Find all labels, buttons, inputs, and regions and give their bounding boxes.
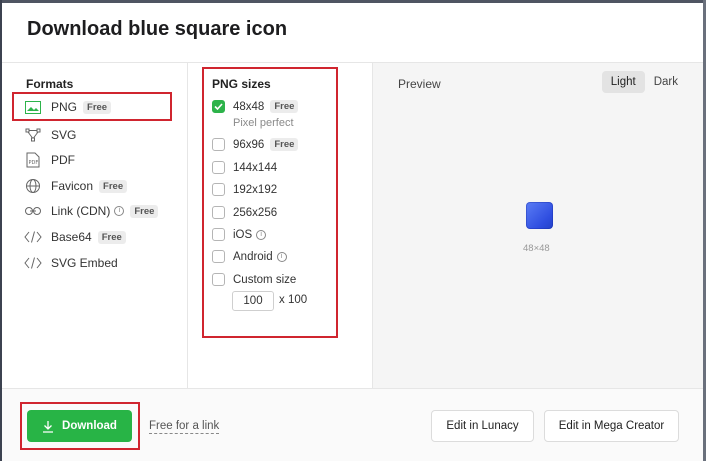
format-item-png[interactable]: PNG Free <box>24 97 112 117</box>
free-badge: Free <box>97 230 126 244</box>
format-label-svg: SVG <box>51 128 77 142</box>
format-item-link-cdn[interactable]: Link (CDN) i Free <box>24 201 159 221</box>
checkbox[interactable] <box>212 228 225 241</box>
free-badge: Free <box>99 179 128 193</box>
theme-dark-button[interactable]: Dark <box>645 71 687 93</box>
code-icon <box>24 255 42 271</box>
free-badge: Free <box>270 100 299 113</box>
format-label-pdf: PDF <box>51 153 75 167</box>
preview-heading: Preview <box>398 77 441 91</box>
size-label: 144x144 <box>233 161 278 174</box>
format-item-favicon[interactable]: Favicon Free <box>24 176 128 196</box>
size-label: 192x192 <box>233 183 278 196</box>
size-label: iOS <box>233 228 253 241</box>
size-label: 48x48 <box>233 100 265 113</box>
edit-in-mega-creator-button[interactable]: Edit in Mega Creator <box>544 410 679 442</box>
free-badge: Free <box>270 138 299 151</box>
size-option-192[interactable]: 192x192 <box>212 183 277 196</box>
format-label-favicon: Favicon <box>51 179 94 193</box>
checkbox[interactable] <box>212 273 225 286</box>
checkbox[interactable] <box>212 183 225 196</box>
theme-toggle: Light Dark <box>601 71 687 93</box>
format-item-base64[interactable]: Base64 Free <box>24 227 126 247</box>
format-label-svg-embed: SVG Embed <box>51 256 118 270</box>
window-top-border <box>0 0 706 3</box>
dialog-title: Download blue square icon <box>27 18 288 40</box>
size-label: Custom size <box>233 273 297 286</box>
pdf-icon: PDF <box>24 152 42 168</box>
free-badge: Free <box>83 100 112 114</box>
format-label-png: PNG <box>51 100 78 114</box>
info-icon[interactable]: i <box>114 206 125 216</box>
checkbox[interactable] <box>212 206 225 219</box>
checkbox-checked[interactable] <box>212 100 225 113</box>
globe-icon <box>24 178 42 194</box>
free-for-link[interactable]: Free for a link <box>149 420 220 434</box>
formats-heading: Formats <box>26 77 74 91</box>
blue-square-icon <box>526 202 553 229</box>
info-icon[interactable]: i <box>256 229 267 240</box>
size-option-256[interactable]: 256x256 <box>212 206 277 219</box>
size-label: 256x256 <box>233 206 278 219</box>
format-item-svg-embed[interactable]: SVG Embed <box>24 253 118 273</box>
pixel-perfect-note: Pixel perfect <box>233 117 294 129</box>
png-sizes-column: PNG sizes 48x48 Free Pixel perfect 96x96… <box>187 63 373 388</box>
vector-icon <box>24 127 42 143</box>
format-label-base64: Base64 <box>51 230 92 244</box>
size-label: Android <box>233 250 273 263</box>
code-icon <box>24 229 42 245</box>
checkbox[interactable] <box>212 161 225 174</box>
size-option-custom[interactable]: Custom size <box>212 273 296 286</box>
format-item-pdf[interactable]: PDF PDF <box>24 150 75 170</box>
download-label: Download <box>62 420 117 432</box>
checkbox[interactable] <box>212 138 225 151</box>
preview-panel: Preview Light Dark 48×48 <box>373 63 703 388</box>
size-option-96[interactable]: 96x96 Free <box>212 138 299 151</box>
info-icon[interactable]: i <box>276 251 287 262</box>
edit-in-lunacy-button[interactable]: Edit in Lunacy <box>431 410 534 442</box>
custom-size-suffix: x 100 <box>279 294 308 306</box>
png-sizes-heading: PNG sizes <box>212 77 271 91</box>
download-dialog: Download blue square icon Formats PNG Fr… <box>0 0 706 461</box>
custom-size-input[interactable]: 100 <box>232 291 274 311</box>
download-icon <box>42 420 54 433</box>
size-label: 96x96 <box>233 138 265 151</box>
checkbox[interactable] <box>212 250 225 263</box>
size-option-android[interactable]: Android i <box>212 250 287 263</box>
free-badge: Free <box>130 204 159 218</box>
download-button[interactable]: Download <box>27 410 132 442</box>
checkmark-icon <box>214 103 223 110</box>
format-item-svg[interactable]: SVG <box>24 125 76 145</box>
size-option-144[interactable]: 144x144 <box>212 161 277 174</box>
dialog-footer: Download Free for a link Edit in Lunacy … <box>2 388 703 461</box>
link-icon <box>24 203 42 219</box>
size-option-48[interactable]: 48x48 Free <box>212 100 299 113</box>
format-label-link: Link (CDN) <box>51 204 111 218</box>
svg-text:PDF: PDF <box>29 160 39 166</box>
size-option-ios[interactable]: iOS i <box>212 228 267 241</box>
preview-size-label: 48×48 <box>523 243 550 254</box>
formats-column: Formats PNG Free SVG PDF PDF Favicon Fre… <box>2 63 187 388</box>
image-icon <box>24 99 42 115</box>
theme-light-button[interactable]: Light <box>601 71 645 93</box>
